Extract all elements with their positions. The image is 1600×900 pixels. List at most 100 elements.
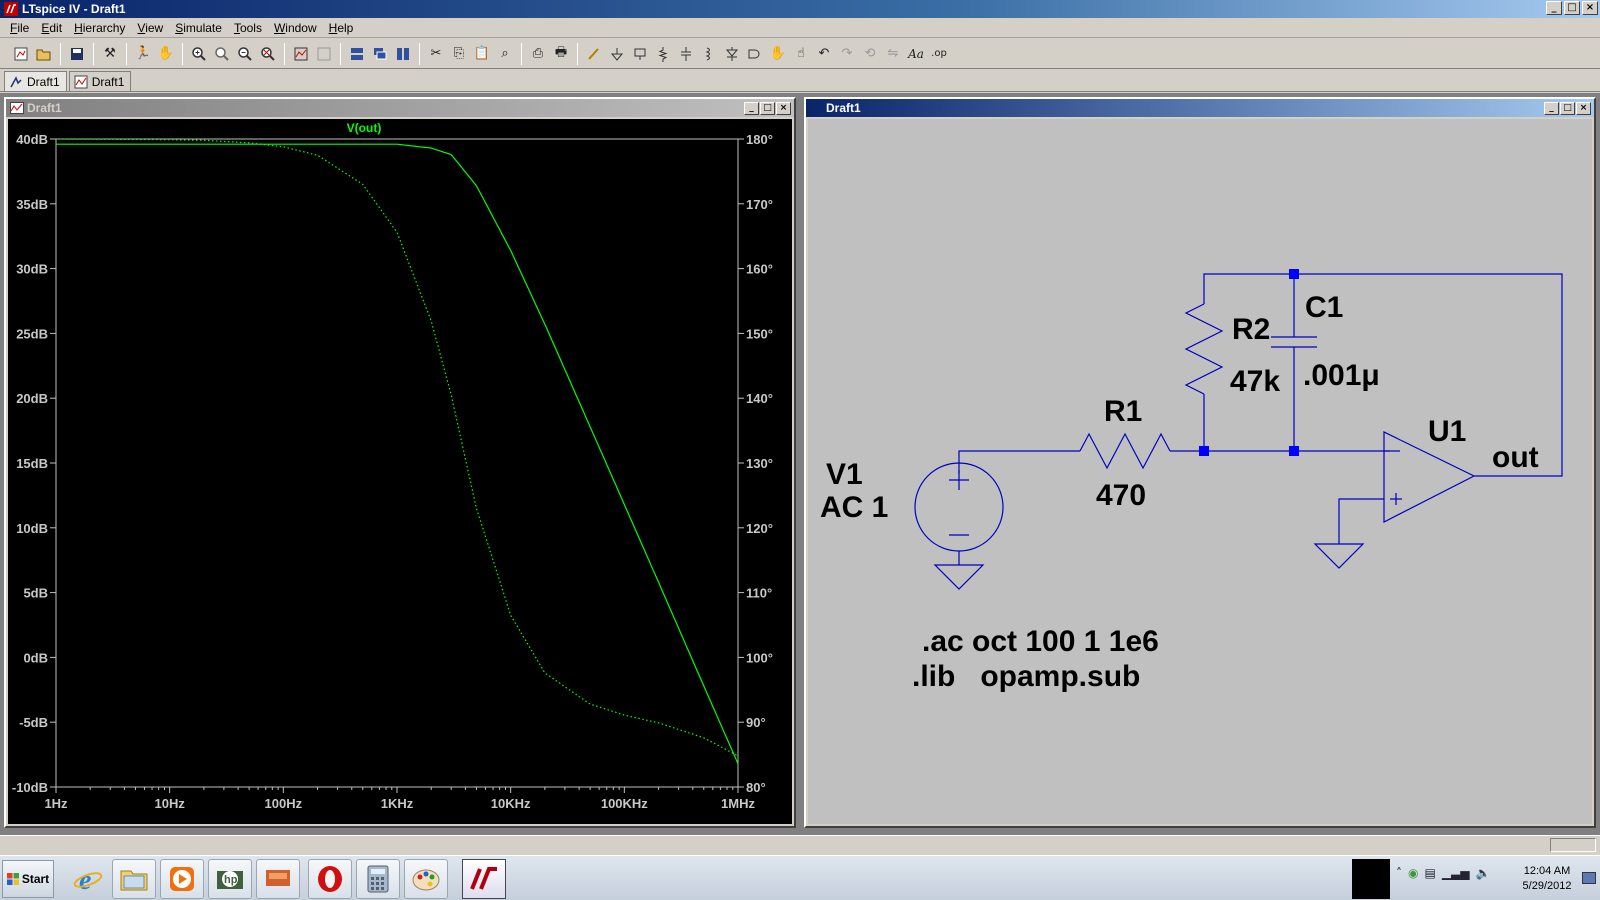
maximize-button[interactable]: □ [1564,1,1580,15]
paste-icon[interactable]: 📋 [471,43,493,65]
drag-icon[interactable]: ☝ [790,43,812,65]
resistor-r2[interactable] [1184,303,1224,395]
wire-icon[interactable] [583,43,605,65]
ltspice-icon[interactable] [462,859,506,899]
wire [1203,273,1294,304]
menu-simulate[interactable]: Simulate [169,21,228,35]
resistor-icon[interactable] [652,43,674,65]
signal-strength-icon[interactable]: ▁▃▅ [1442,866,1470,880]
tab-waveform[interactable]: Draft1 [68,71,132,91]
plot-settings-icon[interactable] [313,43,335,65]
paint-icon[interactable] [404,859,448,899]
copy-icon[interactable]: ⎘ [448,43,470,65]
y-right-tick-label: 120° [746,521,773,536]
minimize-button[interactable]: _ [1546,1,1562,15]
zoom-out-icon[interactable] [234,43,256,65]
media-player-icon[interactable] [160,859,204,899]
bode-plot[interactable]: 40dB 35dB 30dB 25dB 20dB 15dB 10dB 5dB 0dB -5dB -1… [8,119,792,824]
phase-trace [55,138,739,757]
move-icon[interactable]: ✋ [767,43,789,65]
print-setup-icon[interactable]: ⎙ [527,43,549,65]
waveform-window-title: Draft1 [27,101,62,115]
plus-sign [949,470,969,490]
network-globe-icon[interactable]: ◉ [1408,866,1418,880]
control-panel-icon[interactable]: ⚒ [99,43,121,65]
tab-schematic[interactable]: Draft1 [4,71,67,91]
halt-icon[interactable]: ✋ [155,43,177,65]
y-right-tick-label: 80° [746,780,766,795]
toolbar-separator [126,42,127,65]
spice-directive-ac[interactable]: .ac oct 100 1 1e6 [922,625,1159,658]
tile-vertical-icon[interactable] [392,43,414,65]
hp-icon[interactable]: hp [208,859,252,899]
new-schematic-icon[interactable] [10,43,32,65]
zoom-in-icon[interactable] [188,43,210,65]
schematic-window-title: Draft1 [826,101,861,115]
system-tray: ˄ ◉ ▤ ▁▃▅ 🔈 [1396,866,1490,880]
tile-horizontal-icon[interactable] [346,43,368,65]
presentation-icon[interactable] [256,859,300,899]
open-icon[interactable] [33,43,55,65]
component-icon[interactable] [744,43,766,65]
waveform-window-titlebar[interactable]: Draft1 _ □ × [6,99,794,117]
mirror-icon[interactable]: ⇋ [882,43,904,65]
spice-directive-lib[interactable]: .lib opamp.sub [912,660,1140,693]
text-icon[interactable]: Aa [905,43,927,65]
cascade-icon[interactable] [369,43,391,65]
inductor-icon[interactable] [698,43,720,65]
calculator-icon[interactable] [356,859,400,899]
trace-title: V(out) [347,121,382,135]
window-title: LTspice IV - Draft1 [22,2,126,16]
schematic-maximize-button[interactable]: □ [1560,102,1575,115]
taskbar-clock[interactable]: 12:04 AM 5/29/2012 [1512,864,1582,894]
schematic-canvas[interactable]: V1 AC 1 R1 470 R2 47k C1 .001μ U1 out .a… [808,119,1592,824]
menu-file[interactable]: File [4,21,35,35]
run-icon[interactable]: 🏃 [132,43,154,65]
capacitor-icon[interactable] [675,43,697,65]
spice-directive-icon[interactable]: .op [928,43,950,65]
schematic-window-titlebar[interactable]: Draft1 _ □ × [806,99,1594,117]
file-explorer-icon[interactable] [112,859,156,899]
internet-explorer-icon[interactable]: e [66,859,110,899]
rotate-icon[interactable]: ⟲ [859,43,881,65]
save-icon[interactable] [66,43,88,65]
menu-view[interactable]: View [131,21,169,35]
volume-icon[interactable]: 🔈 [1476,866,1491,880]
find-icon[interactable]: ⌕ [494,43,516,65]
plot-maximize-button[interactable]: □ [760,102,775,115]
schematic-drawing[interactable]: V1 AC 1 R1 470 R2 47k C1 .001μ U1 out .a… [808,119,1592,824]
menu-window[interactable]: Window [268,21,323,35]
menu-help[interactable]: Help [323,21,360,35]
autorange-icon[interactable] [290,43,312,65]
show-hidden-icons-icon[interactable]: ˄ [1396,866,1402,880]
zoom-cancel-icon[interactable] [257,43,279,65]
waveform-icon [10,102,24,114]
print-icon[interactable]: 🖶 [550,43,572,65]
y-left-tick-label: 0dB [23,650,48,665]
label-net-icon[interactable] [629,43,651,65]
zoom-extents-icon[interactable] [211,43,233,65]
toolbar-separator [521,42,522,65]
cut-icon[interactable]: ✂ [425,43,447,65]
diode-icon[interactable] [721,43,743,65]
opera-icon[interactable] [308,859,352,899]
close-button[interactable]: × [1582,1,1598,15]
plot-area[interactable]: 40dB 35dB 30dB 25dB 20dB 15dB 10dB 5dB 0dB -5dB -1… [8,119,792,824]
start-button[interactable]: Start [2,860,54,898]
menu-tools[interactable]: Tools [228,21,268,35]
redo-icon[interactable]: ↷ [836,43,858,65]
show-desktop-icon[interactable] [1582,872,1596,884]
ground-icon[interactable] [606,43,628,65]
plot-close-button[interactable]: × [776,102,791,115]
schematic-close-button[interactable]: × [1576,102,1591,115]
toolbar-separator [284,42,285,65]
undo-icon[interactable]: ↶ [813,43,835,65]
tray-hidden-area [1352,859,1390,899]
plot-minimize-button[interactable]: _ [744,102,759,115]
device-icon[interactable]: ▤ [1424,866,1435,880]
resistor-r1[interactable] [1079,432,1171,470]
menu-edit[interactable]: Edit [35,21,68,35]
schematic-minimize-button[interactable]: _ [1544,102,1559,115]
x-tick-label: 10KHz [491,796,531,811]
menu-hierarchy[interactable]: Hierarchy [68,21,131,35]
